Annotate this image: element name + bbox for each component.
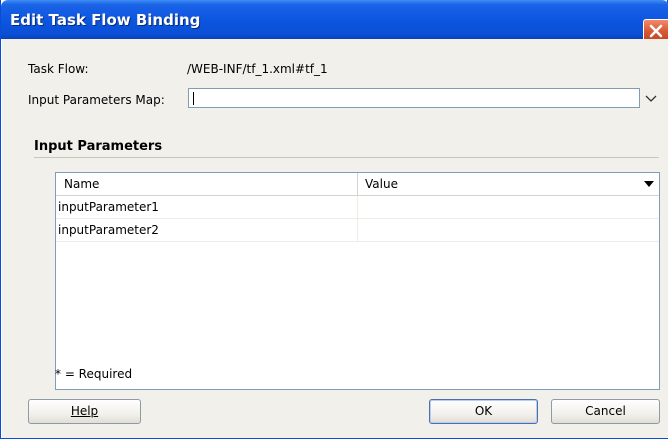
help-button[interactable]: Help bbox=[28, 399, 141, 424]
edit-task-flow-binding-dialog: Edit Task Flow Binding Task Flow: /WEB-I… bbox=[0, 0, 668, 439]
task-flow-label: Task Flow: bbox=[28, 62, 89, 76]
task-flow-value: /WEB-INF/tf_1.xml#tf_1 bbox=[187, 62, 328, 76]
column-header-name[interactable]: Name bbox=[64, 177, 99, 191]
parameter-name[interactable]: inputParameter2 bbox=[58, 223, 159, 237]
help-button-label: Help bbox=[70, 404, 99, 418]
table-row[interactable]: inputParameter1 bbox=[56, 196, 659, 219]
ok-button-label: OK bbox=[474, 404, 493, 418]
column-header-value[interactable]: Value bbox=[365, 177, 398, 191]
input-parameters-map-field[interactable] bbox=[188, 88, 640, 108]
column-divider[interactable] bbox=[357, 173, 358, 195]
parameter-name[interactable]: inputParameter1 bbox=[58, 200, 159, 214]
table-header: Name Value bbox=[56, 173, 659, 196]
cancel-button[interactable]: Cancel bbox=[551, 399, 660, 424]
text-caret bbox=[193, 92, 194, 105]
title-bar[interactable]: Edit Task Flow Binding bbox=[1, 0, 668, 43]
input-parameters-map-label: Input Parameters Map: bbox=[28, 93, 165, 107]
required-note: * = Required bbox=[55, 367, 133, 381]
section-title-input-parameters: Input Parameters bbox=[34, 139, 163, 154]
triangle-down-icon[interactable] bbox=[644, 181, 654, 187]
cell-divider bbox=[357, 219, 358, 241]
chevron-down-icon[interactable] bbox=[645, 95, 657, 103]
section-divider bbox=[34, 157, 659, 158]
ok-button[interactable]: OK bbox=[429, 399, 538, 424]
close-icon bbox=[649, 24, 663, 38]
cancel-button-label: Cancel bbox=[585, 404, 626, 418]
cell-divider bbox=[357, 196, 358, 218]
table-row[interactable]: inputParameter2 bbox=[56, 219, 659, 242]
dialog-title: Edit Task Flow Binding bbox=[10, 11, 201, 29]
input-parameters-table[interactable]: Name Value inputParameter1 inputParamete… bbox=[55, 172, 660, 390]
